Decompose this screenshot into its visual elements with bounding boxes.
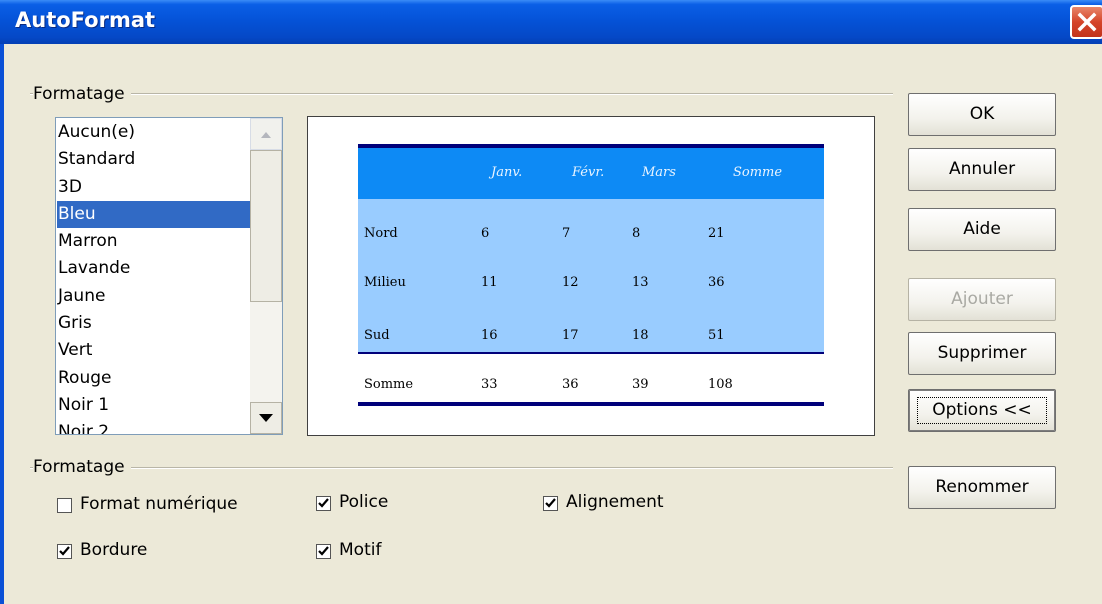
number-format-checkbox-box[interactable] [57,498,72,513]
preview-row-label: Somme [364,377,414,392]
window-title: AutoFormat [15,8,156,32]
format-list-item[interactable]: Gris [57,310,250,337]
font-checkbox-box[interactable] [316,496,331,511]
ok-button[interactable]: OK [908,93,1056,136]
title-bar[interactable]: AutoFormat [0,0,1102,44]
checkmark-icon [318,498,329,508]
preview-total-separator [358,352,824,354]
format-list-item[interactable]: Noir 1 [57,392,250,419]
alignment-checkbox-box[interactable] [543,496,558,511]
options-button[interactable]: Options << [908,389,1056,432]
scroll-up-icon [261,132,271,138]
preview-cell: 17 [562,328,579,343]
preview-cell: 108 [708,377,733,392]
format-list-item[interactable]: Jaune [57,283,250,310]
preview-column-header: Févr. [572,165,605,180]
preview-cell: 18 [632,328,649,343]
format-list-item[interactable]: Standard [57,146,250,173]
options-group-label: Formatage [33,457,131,477]
rename-button[interactable]: Renommer [908,466,1056,509]
alignment-label: Alignement [566,492,664,512]
help-button[interactable]: Aide [908,208,1056,251]
format-list-item[interactable]: Marron [57,228,250,255]
preview-cell: 8 [632,226,641,241]
preview-cell: 39 [632,377,649,392]
window-left-border [0,44,4,604]
scroll-down-button[interactable] [250,402,282,434]
preview-cell: 33 [481,377,498,392]
format-list-scrollbar[interactable] [250,118,282,434]
preview-cell: 21 [708,226,725,241]
format-group-label: Formatage [33,84,131,104]
add-button[interactable]: Ajouter [908,278,1056,321]
format-preview: Janv. Févr. Mars Somme Nord 6 7 8 21 Milieu 11 12 13… [307,116,875,436]
border-label: Bordure [80,540,148,560]
font-label: Police [339,492,389,512]
preview-row-label: Milieu [364,275,406,290]
format-list-item[interactable]: Bleu [57,200,250,229]
close-button[interactable] [1070,5,1102,39]
add-button-label: Ajouter [951,289,1013,309]
preview-cell: 36 [708,275,725,290]
format-list-item[interactable]: 3D [57,174,250,201]
format-listbox[interactable]: Aucun(e) Standard 3D Bleu Marron Lavande Jaune… [55,117,283,435]
format-list-item[interactable]: Noir 2 [57,419,250,434]
checkmark-icon [545,498,556,508]
preview-row-label: Nord [364,226,398,241]
format-list-item[interactable]: Rouge [57,365,250,392]
cancel-button[interactable]: Annuler [908,148,1056,191]
preview-column-header: Mars [642,165,676,180]
preview-cell: 6 [481,226,490,241]
scroll-thumb[interactable] [250,150,282,302]
scroll-down-icon [259,414,273,422]
preview-bottom-border [358,402,824,406]
format-list-item[interactable]: Vert [57,337,250,364]
checkmark-icon [59,546,70,556]
preview-column-header: Somme [733,165,783,180]
preview-body-band [358,199,824,352]
preview-row-label: Sud [364,328,390,343]
border-checkbox-box[interactable] [57,544,72,559]
preview-cell: 13 [632,275,649,290]
checkmark-icon [318,546,329,556]
options-group-divider [30,467,893,469]
number-format-label: Format numérique [80,494,238,514]
pattern-checkbox-box[interactable] [316,544,331,559]
pattern-label: Motif [339,540,382,560]
preview-cell: 36 [562,377,579,392]
autoformat-dialog: AutoFormat Formatage Aucun(e) Standard 3D B… [0,0,1102,604]
preview-cell: 16 [481,328,498,343]
scroll-up-button[interactable] [250,118,282,150]
delete-button[interactable]: Supprimer [908,332,1056,375]
format-list-item[interactable]: Lavande [57,255,250,282]
format-list-items: Aucun(e) Standard 3D Bleu Marron Lavande Jaune… [57,119,250,434]
close-icon [1077,12,1097,32]
preview-cell: 51 [708,328,725,343]
preview-column-header: Janv. [491,165,523,180]
preview-cell: 11 [481,275,498,290]
focus-rectangle [917,397,1047,424]
format-group-divider [30,93,893,95]
preview-cell: 7 [562,226,571,241]
format-list-item[interactable]: Aucun(e) [57,119,250,146]
preview-cell: 12 [562,275,579,290]
